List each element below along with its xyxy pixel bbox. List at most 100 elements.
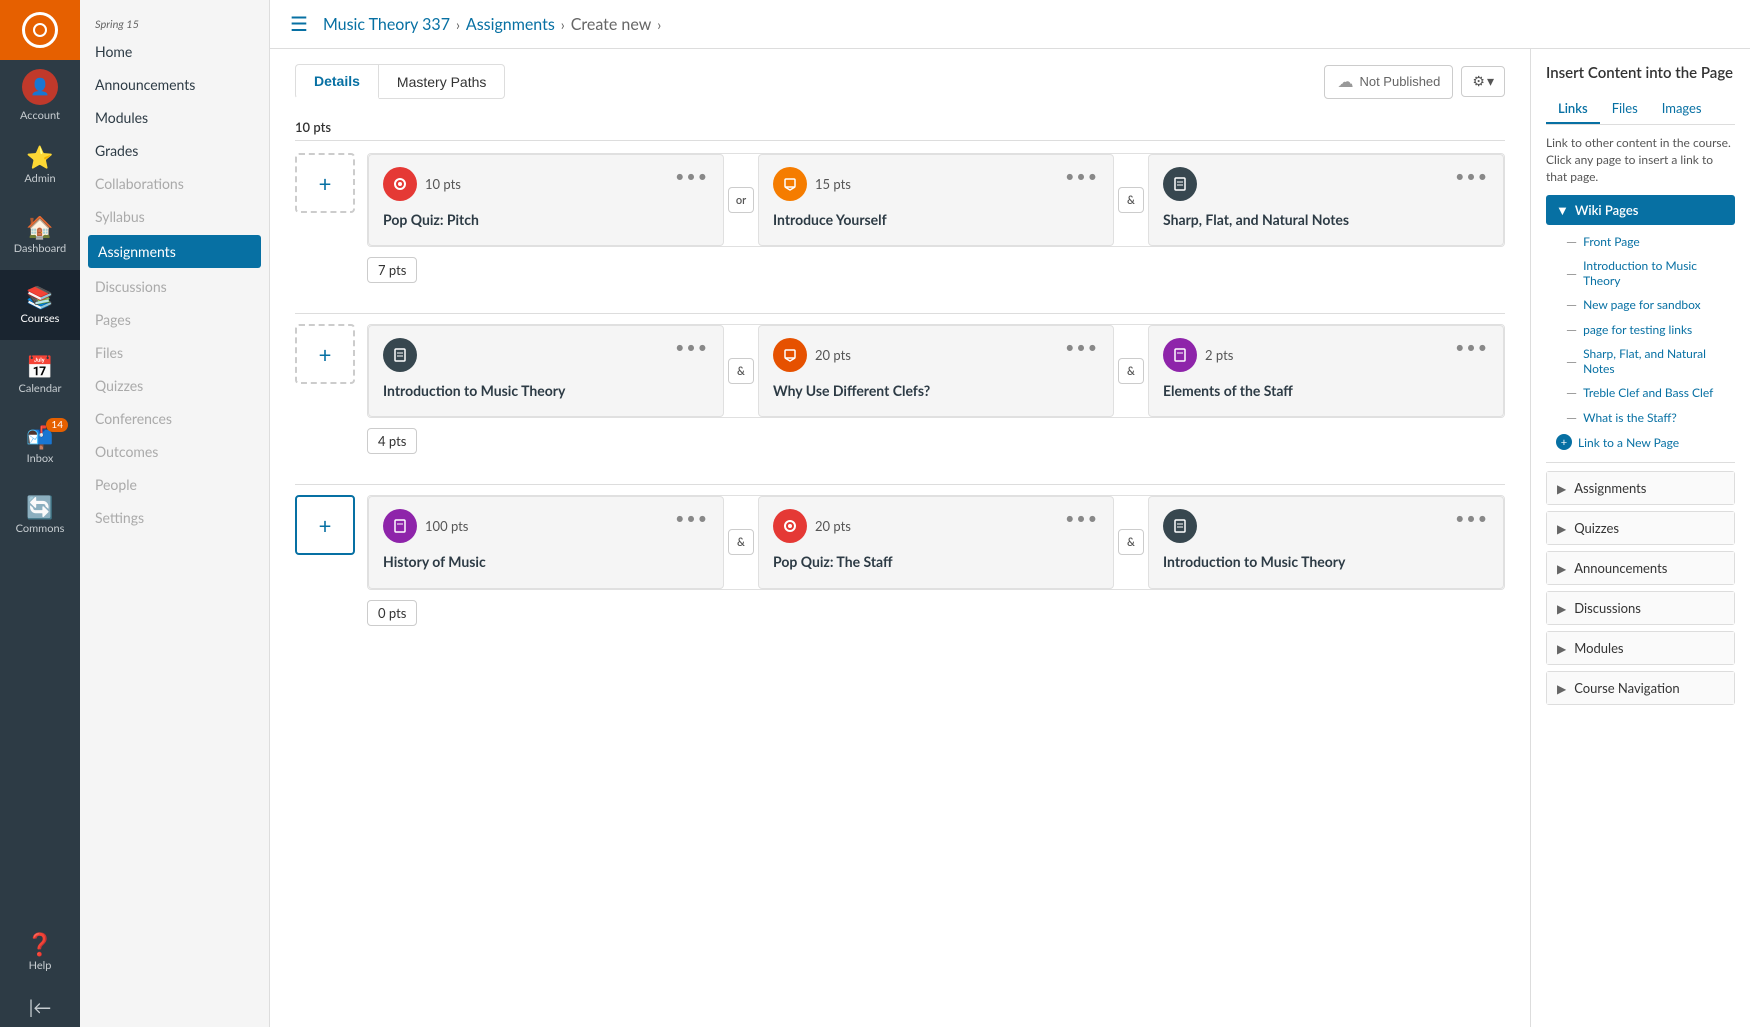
course-nav-announcements[interactable]: Announcements xyxy=(80,68,269,101)
assignment-card-9: ••• Introduction to Music Theory xyxy=(1148,496,1504,588)
card1-icon xyxy=(383,167,417,201)
wiki-arrow-icon: ▼ xyxy=(1556,202,1569,218)
breadcrumb: Music Theory 337 › Assignments › Create … xyxy=(323,15,661,34)
course-nav-grades[interactable]: Grades xyxy=(80,134,269,167)
card1-menu-button[interactable]: ••• xyxy=(675,167,709,186)
publish-button[interactable]: ☁ Not Published xyxy=(1324,65,1453,99)
nav-inbox[interactable]: 📬 Inbox 14 xyxy=(0,410,80,480)
section-modules: ▶ Modules xyxy=(1546,631,1735,665)
dash-icon: — xyxy=(1566,233,1577,250)
wiki-item-sharp-flat[interactable]: — Sharp, Flat, and Natural Notes xyxy=(1546,342,1735,380)
card4-title: Introduction to Music Theory xyxy=(383,382,709,400)
card3-header: ••• xyxy=(1163,167,1489,201)
course-nav-home[interactable]: Home xyxy=(80,35,269,68)
section-discussions: ▶ Discussions xyxy=(1546,591,1735,625)
course-nav-settings: Settings xyxy=(80,501,269,534)
card6-menu-button[interactable]: ••• xyxy=(1455,338,1489,357)
assignment-group-2: + ••• xyxy=(295,324,1505,454)
nav-account[interactable]: 👤 Account xyxy=(0,60,80,130)
card7-header: 100 pts ••• xyxy=(383,509,709,543)
card5-menu-button[interactable]: ••• xyxy=(1065,338,1099,357)
section-assignments-header[interactable]: ▶ Assignments xyxy=(1547,472,1734,504)
course-nav-outcomes: Outcomes xyxy=(80,435,269,468)
group2-bottom-pts: 4 pts xyxy=(367,428,417,454)
wiki-item-label: Sharp, Flat, and Natural Notes xyxy=(1583,346,1725,376)
tab-group: Details Mastery Paths xyxy=(295,64,505,99)
courses-icon: 📚 xyxy=(26,286,53,308)
section-discussions-label: Discussions xyxy=(1574,600,1641,616)
card3-menu-button[interactable]: ••• xyxy=(1455,167,1489,186)
card2-menu-button[interactable]: ••• xyxy=(1065,167,1099,186)
wiki-item-intro-music[interactable]: — Introduction to Music Theory xyxy=(1546,254,1735,292)
card2-pts: 15 pts xyxy=(815,176,851,192)
chevron-icon: ▶ xyxy=(1557,601,1566,616)
canvas-logo[interactable] xyxy=(0,0,80,60)
tab-mastery-paths[interactable]: Mastery Paths xyxy=(379,64,505,99)
top-header: ☰ Music Theory 337 › Assignments › Creat… xyxy=(270,0,1750,49)
wiki-item-treble[interactable]: — Treble Clef and Bass Clef xyxy=(1546,380,1735,405)
wiki-pages-header[interactable]: ▼ Wiki Pages xyxy=(1546,195,1735,225)
group1-bottom-pts: 7 pts xyxy=(367,257,417,283)
section-modules-label: Modules xyxy=(1574,640,1623,656)
card7-menu-button[interactable]: ••• xyxy=(675,509,709,528)
section-course-navigation: ▶ Course Navigation xyxy=(1546,671,1735,705)
hamburger-menu-button[interactable]: ☰ xyxy=(290,12,308,36)
nav-courses[interactable]: 📚 Courses xyxy=(0,270,80,340)
panel-tab-images[interactable]: Images xyxy=(1650,94,1714,124)
breadcrumb-course[interactable]: Music Theory 337 xyxy=(323,15,450,34)
wiki-item-front-page[interactable]: — Front Page xyxy=(1546,229,1735,254)
section-announcements-header[interactable]: ▶ Announcements xyxy=(1547,552,1734,584)
card4-icon-pts xyxy=(383,338,417,372)
cloud-icon: ☁ xyxy=(1337,72,1353,92)
nav-commons[interactable]: 🔄 Commons xyxy=(0,480,80,550)
section-course-navigation-header[interactable]: ▶ Course Navigation xyxy=(1547,672,1734,704)
card8-icon xyxy=(773,509,807,543)
section-announcements-label: Announcements xyxy=(1574,560,1667,576)
card4-menu-button[interactable]: ••• xyxy=(675,338,709,357)
assignment-card-5: 20 pts ••• Why Use Different Clefs? xyxy=(758,325,1114,417)
wiki-item-label: Introduction to Music Theory xyxy=(1583,258,1725,288)
course-nav-collaborations: Collaborations xyxy=(80,167,269,200)
assignment-card-7: 100 pts ••• History of Music xyxy=(368,496,724,588)
group1-row: + 10 pts • xyxy=(295,153,1505,247)
section-quizzes-header[interactable]: ▶ Quizzes xyxy=(1547,512,1734,544)
global-nav: 👤 Account ⭐ Admin 🏠 Dashboard 📚 Courses … xyxy=(0,0,80,1027)
course-nav-assignments[interactable]: Assignments xyxy=(88,235,261,268)
assignment-settings-button[interactable]: ⚙ ▾ xyxy=(1461,66,1505,97)
card8-menu-button[interactable]: ••• xyxy=(1065,509,1099,528)
section-discussions-header[interactable]: ▶ Discussions xyxy=(1547,592,1734,624)
panel-tab-links[interactable]: Links xyxy=(1546,94,1600,124)
nav-calendar[interactable]: 📅 Calendar xyxy=(0,340,80,410)
nav-dashboard[interactable]: 🏠 Dashboard xyxy=(0,200,80,270)
publish-label: Not Published xyxy=(1359,74,1440,89)
card5-icon xyxy=(773,338,807,372)
collapse-nav-button[interactable]: |← xyxy=(0,987,80,1027)
tab-details[interactable]: Details xyxy=(295,64,379,99)
help-icon: ❓ xyxy=(26,933,53,955)
nav-admin[interactable]: ⭐ Admin xyxy=(0,130,80,200)
add-item-button-3[interactable]: + xyxy=(295,495,355,555)
and-badge-1: & xyxy=(1118,187,1144,213)
link-new-page-button[interactable]: + Link to a New Page xyxy=(1546,430,1735,454)
wiki-item-sandbox[interactable]: — New page for sandbox xyxy=(1546,292,1735,317)
course-nav-quizzes: Quizzes xyxy=(80,369,269,402)
card2-icon xyxy=(773,167,807,201)
and-badge-3: & xyxy=(1118,358,1144,384)
add-item-button-2[interactable]: + xyxy=(295,324,355,384)
tabs-row: Details Mastery Paths ☁ Not Published ⚙ … xyxy=(295,64,1505,99)
panel-tab-files[interactable]: Files xyxy=(1600,94,1650,124)
breadcrumb-section[interactable]: Assignments xyxy=(466,15,555,34)
wiki-item-staff[interactable]: — What is the Staff? xyxy=(1546,405,1735,430)
nav-help[interactable]: ❓ Help xyxy=(0,917,80,987)
card9-menu-button[interactable]: ••• xyxy=(1455,509,1489,528)
and-badge-5: & xyxy=(1118,529,1144,555)
wiki-item-label: Front Page xyxy=(1583,234,1640,249)
add-item-button-1[interactable]: + xyxy=(295,153,355,213)
section-modules-header[interactable]: ▶ Modules xyxy=(1547,632,1734,664)
wiki-item-testing[interactable]: — page for testing links xyxy=(1546,317,1735,342)
course-nav-modules[interactable]: Modules xyxy=(80,101,269,134)
main-content: ☰ Music Theory 337 › Assignments › Creat… xyxy=(270,0,1750,1027)
card8-title: Pop Quiz: The Staff xyxy=(773,553,1099,571)
card6-header: 2 pts ••• xyxy=(1163,338,1489,372)
section-assignments: ▶ Assignments xyxy=(1546,471,1735,505)
